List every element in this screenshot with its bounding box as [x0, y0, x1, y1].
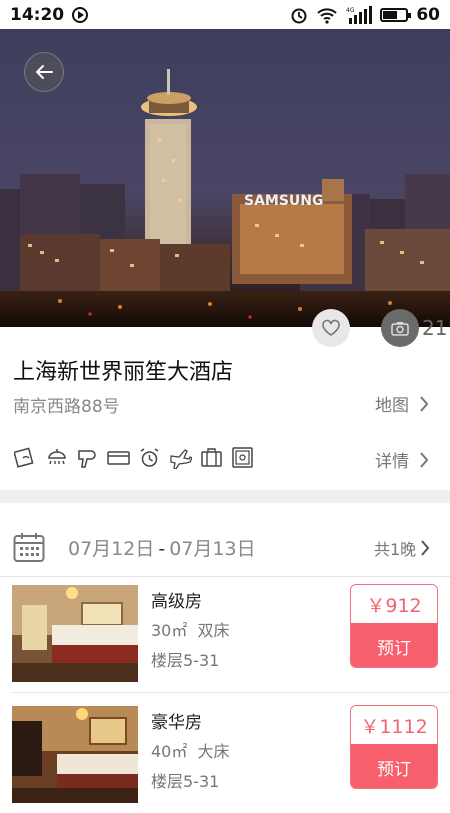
map-link-label: 地图 [375, 396, 409, 416]
room-floor: 楼层5-31 [151, 772, 220, 791]
luggage-icon [200, 446, 223, 469]
chevron-right-icon [420, 451, 429, 468]
room-photo [12, 585, 138, 682]
favorite-button[interactable] [312, 309, 350, 347]
room-floor: 楼层5-31 [151, 651, 220, 670]
battery-icon [380, 7, 412, 22]
date-separator: - [158, 538, 166, 560]
room-area: 40㎡ [151, 742, 188, 761]
status-time: 14:20 [10, 4, 65, 25]
network-type-label: 4G [346, 7, 355, 14]
hotel-hero-image[interactable]: SAMSUNG [0, 29, 450, 327]
room-price: ￥912 [351, 585, 437, 623]
back-button[interactable] [24, 52, 64, 92]
room-area: 30㎡ [151, 621, 188, 640]
room-divider [12, 692, 450, 693]
alarm-status-icon [291, 8, 307, 23]
book-button[interactable]: 预订 [351, 623, 437, 667]
heart-icon [322, 319, 340, 336]
hotel-address: 南京西路88号 [13, 397, 120, 417]
nights-label: 共1晚 [374, 540, 417, 559]
section-divider [0, 490, 450, 503]
map-link[interactable]: 地图 [375, 391, 429, 416]
room-bed-type: 双床 [197, 621, 230, 640]
room-item[interactable]: 豪华房 40㎡ 大床 楼层5-31 ￥1112 预订 [0, 698, 450, 813]
chevron-right-icon [420, 395, 429, 412]
card-icon [107, 446, 130, 469]
hotel-name: 上海新世界丽笙大酒店 [13, 360, 234, 385]
signal-status-icon: 4G [346, 5, 373, 24]
room-photo [12, 706, 138, 803]
detail-link[interactable]: 详情 [375, 447, 429, 472]
nights-count: 共1晚 [374, 536, 430, 560]
battery-level: 60 [416, 4, 440, 25]
camera-icon [391, 321, 409, 336]
stay-dates: 07月12日 -07月13日 [68, 534, 256, 561]
media-play-icon [72, 6, 89, 23]
safe-icon [231, 446, 254, 469]
wifi-status-icon [317, 7, 338, 24]
room-price-box[interactable]: ￥1112 预订 [350, 705, 438, 789]
airport-icon [169, 446, 192, 469]
chevron-right-icon [421, 540, 430, 556]
room-spec: 30㎡ 双床 [151, 617, 230, 641]
room-price: ￥1112 [351, 706, 437, 744]
room-price-box[interactable]: ￥912 预订 [350, 584, 438, 668]
status-bar: 14:20 4G 60 [0, 0, 450, 29]
arrow-left-icon [36, 65, 53, 79]
check-out-date: 07月13日 [169, 538, 256, 560]
calendar-icon [13, 532, 45, 562]
photo-count: 21 [422, 316, 448, 340]
book-button[interactable]: 预订 [351, 744, 437, 788]
room-name: 高级房 [151, 592, 202, 612]
wifi-icon [14, 446, 37, 469]
amenities-list[interactable] [14, 446, 254, 469]
room-item[interactable]: 高级房 30㎡ 双床 楼层5-31 ￥912 预订 [0, 577, 450, 692]
check-in-date: 07月12日 [68, 538, 155, 560]
stay-dates-selector[interactable]: 07月12日 -07月13日 共1晚 [0, 515, 450, 577]
room-name: 豪华房 [151, 713, 202, 733]
alarm-icon [138, 446, 161, 469]
status-icons: 4G 60 [290, 5, 440, 25]
shower-icon [45, 446, 68, 469]
room-bed-type: 大床 [197, 742, 230, 761]
detail-link-label: 详情 [375, 452, 409, 472]
hairdryer-icon [76, 446, 99, 469]
hotel-night-photo: SAMSUNG [0, 29, 450, 327]
hero-sign-text: SAMSUNG [244, 193, 324, 209]
photo-gallery-button[interactable] [381, 309, 419, 347]
room-spec: 40㎡ 大床 [151, 738, 230, 762]
